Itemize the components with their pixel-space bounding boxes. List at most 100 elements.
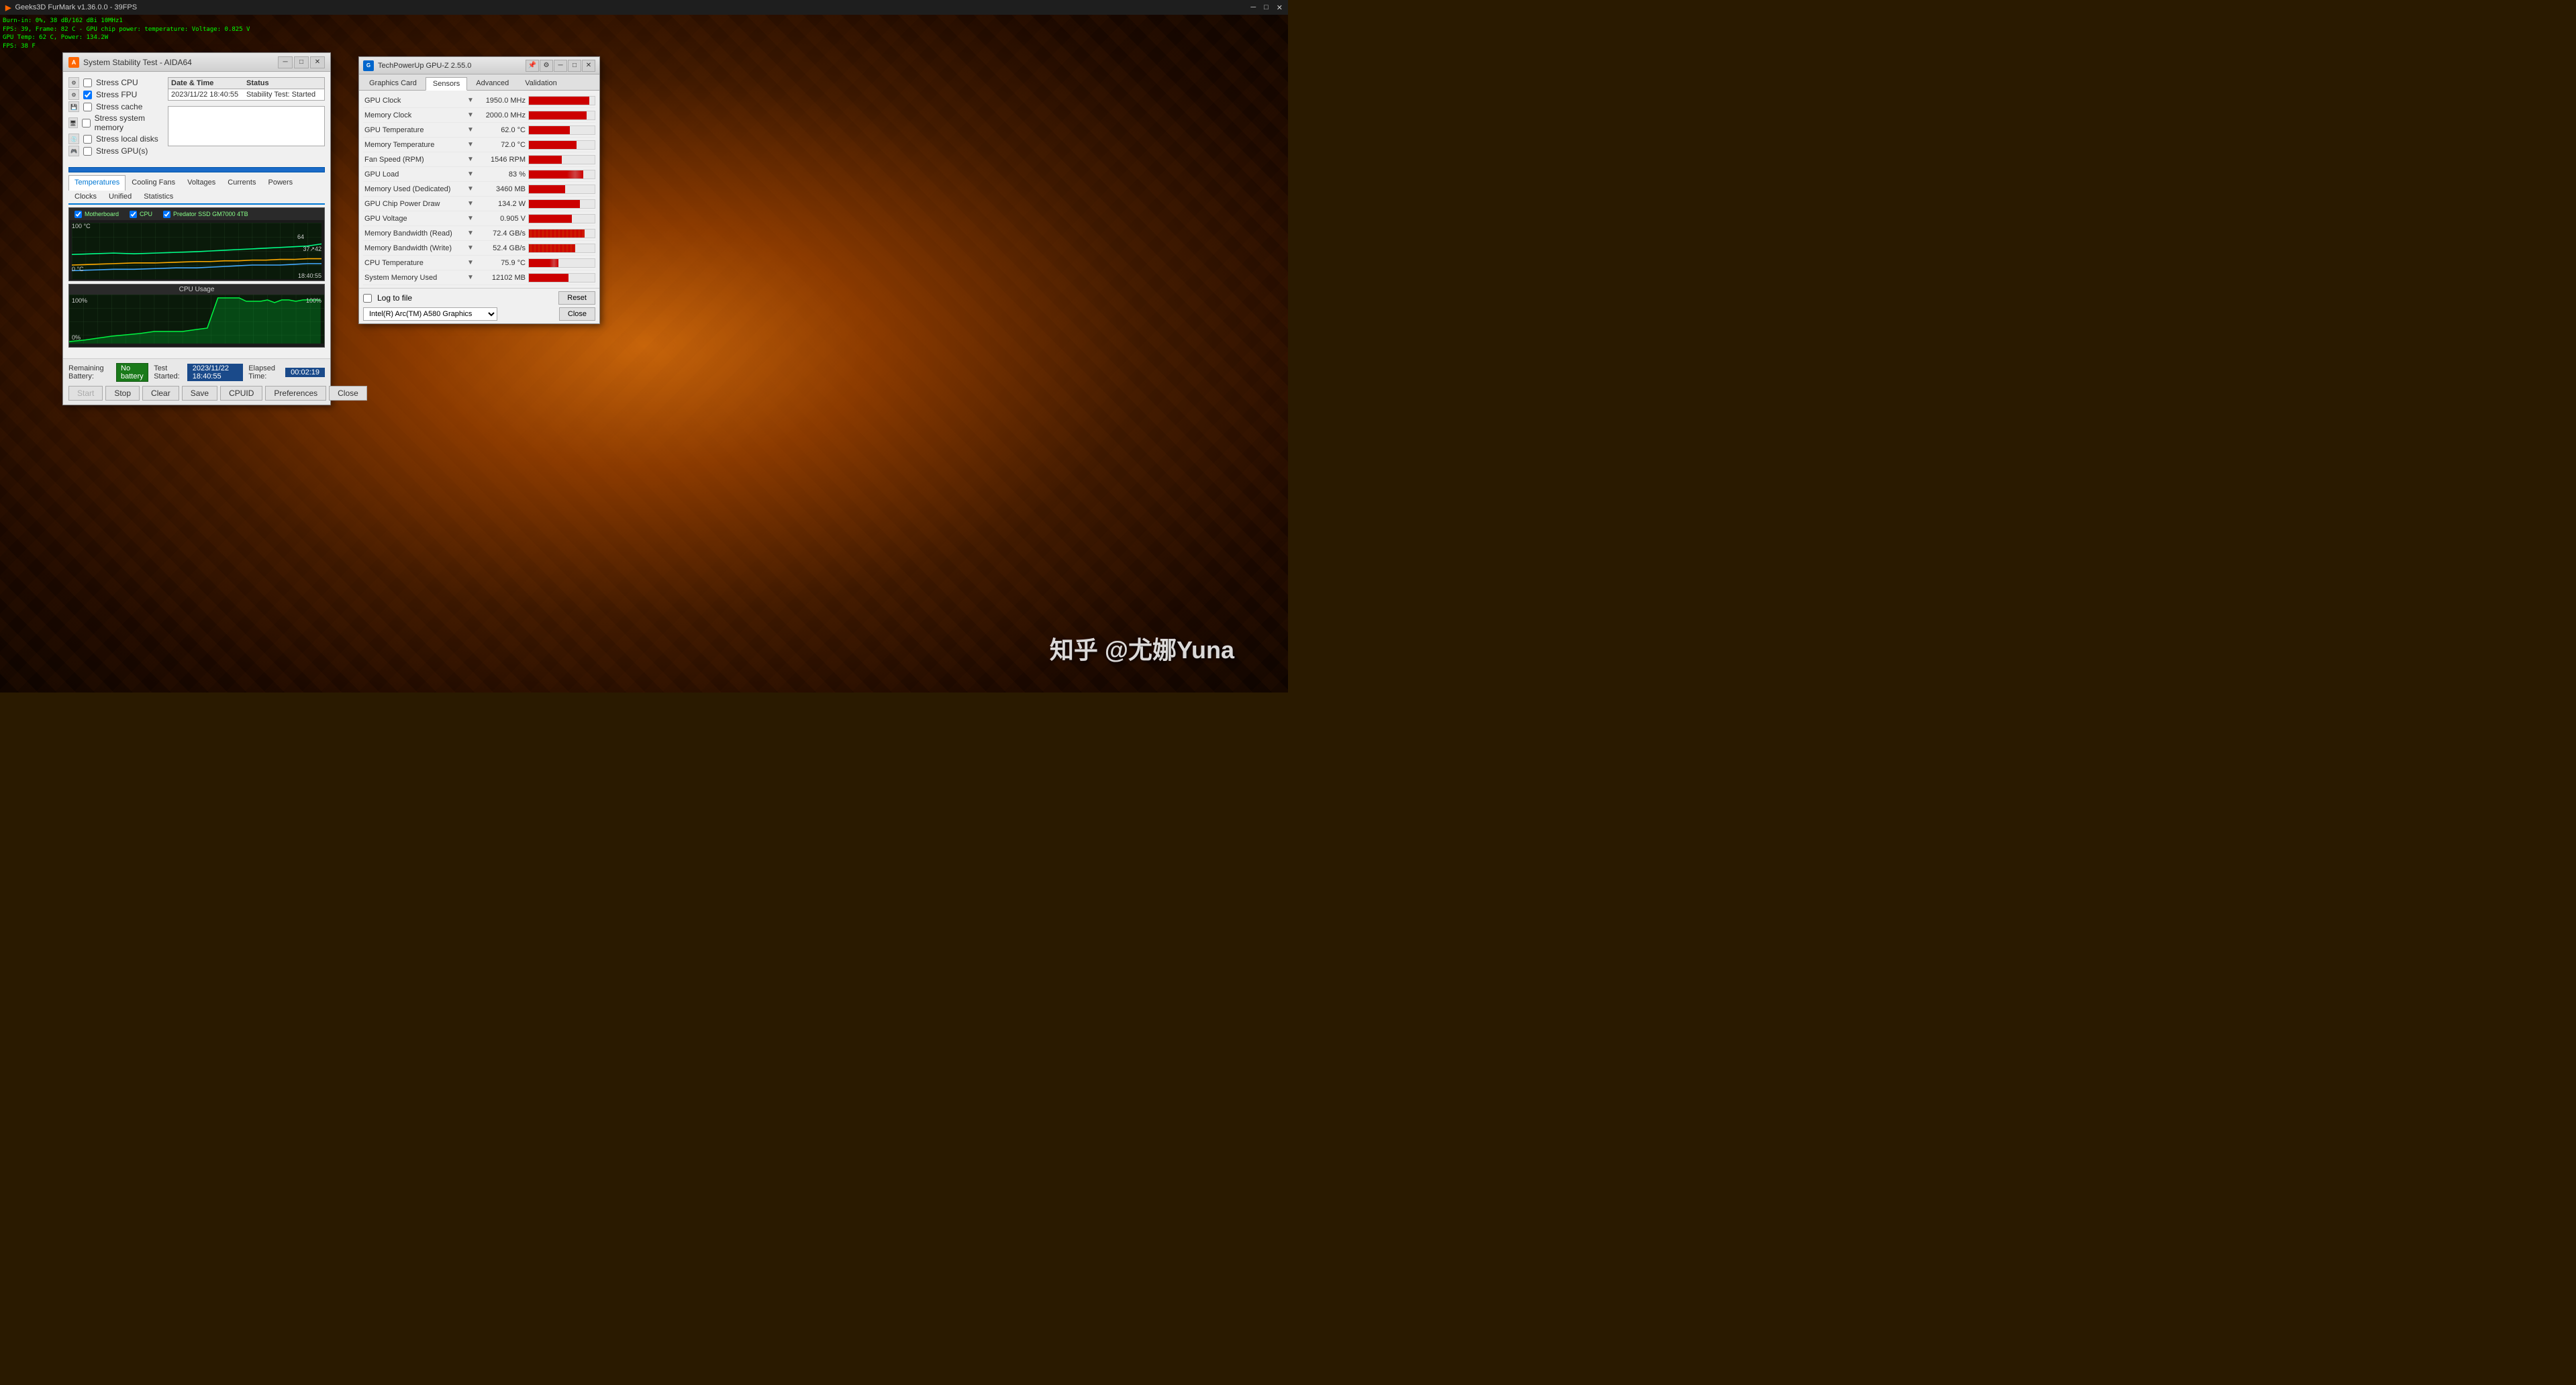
gpuz-close-btn[interactable]: Close [559,307,595,321]
tab-statistics[interactable]: Statistics [138,189,179,203]
sensor-gpu-voltage: GPU Voltage ▼ 0.905 V [363,211,595,226]
gpuz-tab-advanced[interactable]: Advanced [468,76,516,90]
sensor-gpu-clock-arrow[interactable]: ▼ [467,97,478,104]
tab-currents[interactable]: Currents [221,175,262,189]
cpu-y-min-left: 0% [72,334,81,341]
sensor-mem-clock-arrow[interactable]: ▼ [467,111,478,119]
save-button[interactable]: Save [182,386,217,401]
furmark-line-2: FPS: 39, Frame: 82 C - GPU chip power: t… [3,25,250,34]
sensor-gpu-voltage-name: GPU Voltage [363,215,467,223]
reset-btn-wrapper: Reset [558,291,595,305]
sensor-cpu-temp-name: CPU Temperature [363,259,467,267]
aida-minimize-btn[interactable]: ─ [278,56,293,68]
gpuz-win-controls[interactable]: 📌 ⚙ ─ □ ✕ [526,60,595,72]
aida-buttons[interactable]: Start Stop Clear Save CPUID Preferences … [68,386,325,401]
preferences-button[interactable]: Preferences [265,386,326,401]
sensor-sys-mem-arrow[interactable]: ▼ [467,274,478,281]
tab-unified[interactable]: Unified [103,189,138,203]
sensor-gpu-temp-fill [529,126,570,134]
sensor-gpu-clock-bar [528,96,595,105]
furmark-maximize[interactable]: □ [1264,3,1269,12]
furmark-win-controls[interactable]: ─ □ ✕ [1250,3,1283,12]
gpu-stress-icon: 🎮 [68,146,79,156]
sensor-gpu-temp-name: GPU Temperature [363,126,467,134]
aida-win-controls[interactable]: ─ □ ✕ [278,56,325,68]
clear-button[interactable]: Clear [142,386,179,401]
aida-maximize-btn[interactable]: □ [294,56,309,68]
sensor-gpu-voltage-arrow[interactable]: ▼ [467,215,478,222]
furmark-title-left: ▶ Geeks3D FurMark v1.36.0.0 - 39FPS [5,3,137,12]
aida-tabs[interactable]: Temperatures Cooling Fans Voltages Curre… [68,175,325,205]
stress-cpu-label: Stress CPU [96,78,138,87]
sensor-mem-bw-read-arrow[interactable]: ▼ [467,229,478,237]
close-button[interactable]: Close [329,386,367,401]
status-col2: Status [246,79,321,87]
legend-cpu-check[interactable] [130,211,137,218]
furmark-title: Geeks3D FurMark v1.36.0.0 - 39FPS [15,3,137,11]
gpuz-settings-btn[interactable]: ⚙ [540,60,553,72]
aida-close-btn[interactable]: ✕ [310,56,325,68]
gpuz-title-left: G TechPowerUp GPU-Z 2.55.0 [363,60,471,71]
gpuz-pin-btn[interactable]: 📌 [526,60,539,72]
stress-cache-check[interactable] [83,103,92,111]
sensor-gpu-temp-arrow[interactable]: ▼ [467,126,478,134]
gpu-select[interactable]: Intel(R) Arc(TM) A580 Graphics [363,307,497,321]
tab-temperatures[interactable]: Temperatures [68,175,126,191]
tab-voltages[interactable]: Voltages [181,175,221,189]
temp-timestamp: 18:40:55 [298,272,321,279]
aida-body: ⚙ Stress CPU ⚙ Stress FPU 💾 Stress cache [63,72,330,358]
sensor-fan-speed-value: 1546 RPM [478,156,528,164]
sensor-sys-mem: System Memory Used ▼ 12102 MB [363,270,595,285]
battery-label: Remaining Battery: [68,364,111,380]
sensor-sys-mem-value: 12102 MB [478,274,528,282]
gpuz-tab-sensors[interactable]: Sensors [426,77,467,91]
legend-mb-check[interactable] [75,211,82,218]
sensor-mem-temp-arrow[interactable]: ▼ [467,141,478,148]
tab-cooling-fans[interactable]: Cooling Fans [126,175,181,189]
sensor-gpu-power-arrow[interactable]: ▼ [467,200,478,207]
sensor-gpu-load-name: GPU Load [363,170,467,178]
gpuz-tab-graphics-card[interactable]: Graphics Card [362,76,424,90]
start-button[interactable]: Start [68,386,103,401]
stress-cache-label: Stress cache [96,102,142,111]
sensor-gpu-clock: GPU Clock ▼ 1950.0 MHz [363,93,595,108]
gpuz-reset-btn[interactable]: Reset [558,291,595,305]
furmark-line-3: GPU Temp: 62 C, Power: 134.2W [3,34,250,42]
stress-fpu-check[interactable] [83,91,92,99]
gpuz-footer: Log to file Reset Intel(R) Arc(TM) A580 … [359,288,599,323]
status-datetime: 2023/11/22 18:40:55 [171,91,246,99]
battery-row: Remaining Battery: No battery Test Start… [68,363,325,382]
log-to-file-check[interactable] [363,294,372,303]
furmark-close[interactable]: ✕ [1277,3,1283,12]
sensor-fan-speed-arrow[interactable]: ▼ [467,156,478,163]
gpuz-titlebar: G TechPowerUp GPU-Z 2.55.0 📌 ⚙ ─ □ ✕ [359,57,599,74]
aida-titlebar: A System Stability Test - AIDA64 ─ □ ✕ [63,53,330,72]
gpuz-title: TechPowerUp GPU-Z 2.55.0 [378,62,471,70]
stress-sysmem-row: 🖥 Stress system memory [68,113,162,132]
gpuz-tab-validation[interactable]: Validation [517,76,564,90]
battery-value: No battery [116,363,148,382]
legend-ssd-check[interactable] [163,211,170,218]
tab-clocks[interactable]: Clocks [68,189,103,203]
sensor-cpu-temp-arrow[interactable]: ▼ [467,259,478,266]
cpuid-button[interactable]: CPUID [220,386,262,401]
sensor-gpu-load-value: 83 % [478,170,528,178]
tab-powers[interactable]: Powers [262,175,299,189]
furmark-minimize[interactable]: ─ [1250,3,1256,12]
gpuz-tabs[interactable]: Graphics Card Sensors Advanced Validatio… [359,74,599,91]
aida-title: System Stability Test - AIDA64 [83,58,192,67]
stress-sysmem-check[interactable] [82,119,91,127]
stress-gpu-check[interactable] [83,147,92,156]
sensor-mem-used-arrow[interactable]: ▼ [467,185,478,193]
stress-disk-check[interactable] [83,135,92,144]
sensor-gpu-load-arrow[interactable]: ▼ [467,170,478,178]
cache-icon: 💾 [68,101,79,112]
temp-y-min: 0 °C [72,266,84,272]
gpuz-maximize-btn[interactable]: □ [568,60,581,72]
stress-cpu-check[interactable] [83,79,92,87]
sensor-mem-bw-write-arrow[interactable]: ▼ [467,244,478,252]
test-started-value: 2023/11/22 18:40:55 [187,364,243,381]
gpuz-close-btn[interactable]: ✕ [582,60,595,72]
gpuz-minimize-btn[interactable]: ─ [554,60,567,72]
stop-button[interactable]: Stop [105,386,140,401]
